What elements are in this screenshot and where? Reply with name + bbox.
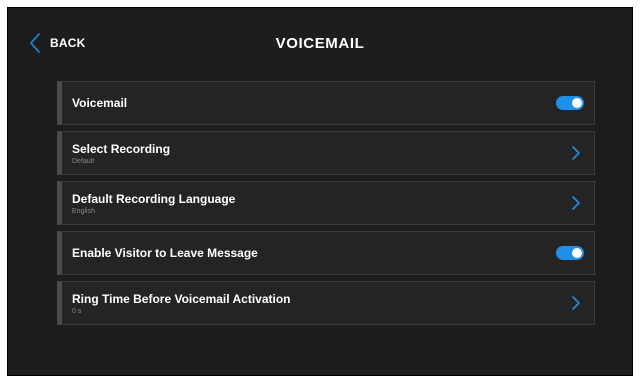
select-recording-label: Select Recording	[72, 142, 171, 156]
settings-list: Voicemail Select Recording Default Defau…	[57, 81, 595, 331]
ring-time-label: Ring Time Before Voicemail Activation	[72, 292, 291, 306]
header-bar: BACK VOICEMAIL	[8, 8, 632, 78]
voicemail-screen: BACK VOICEMAIL Voicemail Select Recordin…	[7, 7, 633, 376]
enable-visitor-message-label: Enable Visitor to Leave Message	[72, 246, 258, 260]
voicemail-toggle-row[interactable]: Voicemail	[57, 81, 595, 125]
toggle-knob	[572, 98, 582, 108]
enable-visitor-message-row[interactable]: Enable Visitor to Leave Message	[57, 231, 595, 275]
enable-visitor-message-toggle[interactable]	[556, 246, 584, 260]
chevron-right-icon	[572, 146, 580, 160]
ring-time-value: 0 s	[72, 308, 82, 315]
default-recording-language-row[interactable]: Default Recording Language English	[57, 181, 595, 225]
select-recording-row[interactable]: Select Recording Default	[57, 131, 595, 175]
page-title: VOICEMAIL	[275, 35, 365, 52]
voicemail-label: Voicemail	[72, 96, 128, 110]
toggle-knob	[572, 248, 582, 258]
recording-language-label: Default Recording Language	[72, 192, 236, 206]
voicemail-toggle[interactable]	[556, 96, 584, 110]
recording-language-value: English	[72, 208, 95, 215]
select-recording-value: Default	[72, 158, 95, 165]
chevron-right-icon	[572, 296, 580, 310]
chevron-right-icon	[572, 196, 580, 210]
ring-time-row[interactable]: Ring Time Before Voicemail Activation 0 …	[57, 281, 595, 325]
